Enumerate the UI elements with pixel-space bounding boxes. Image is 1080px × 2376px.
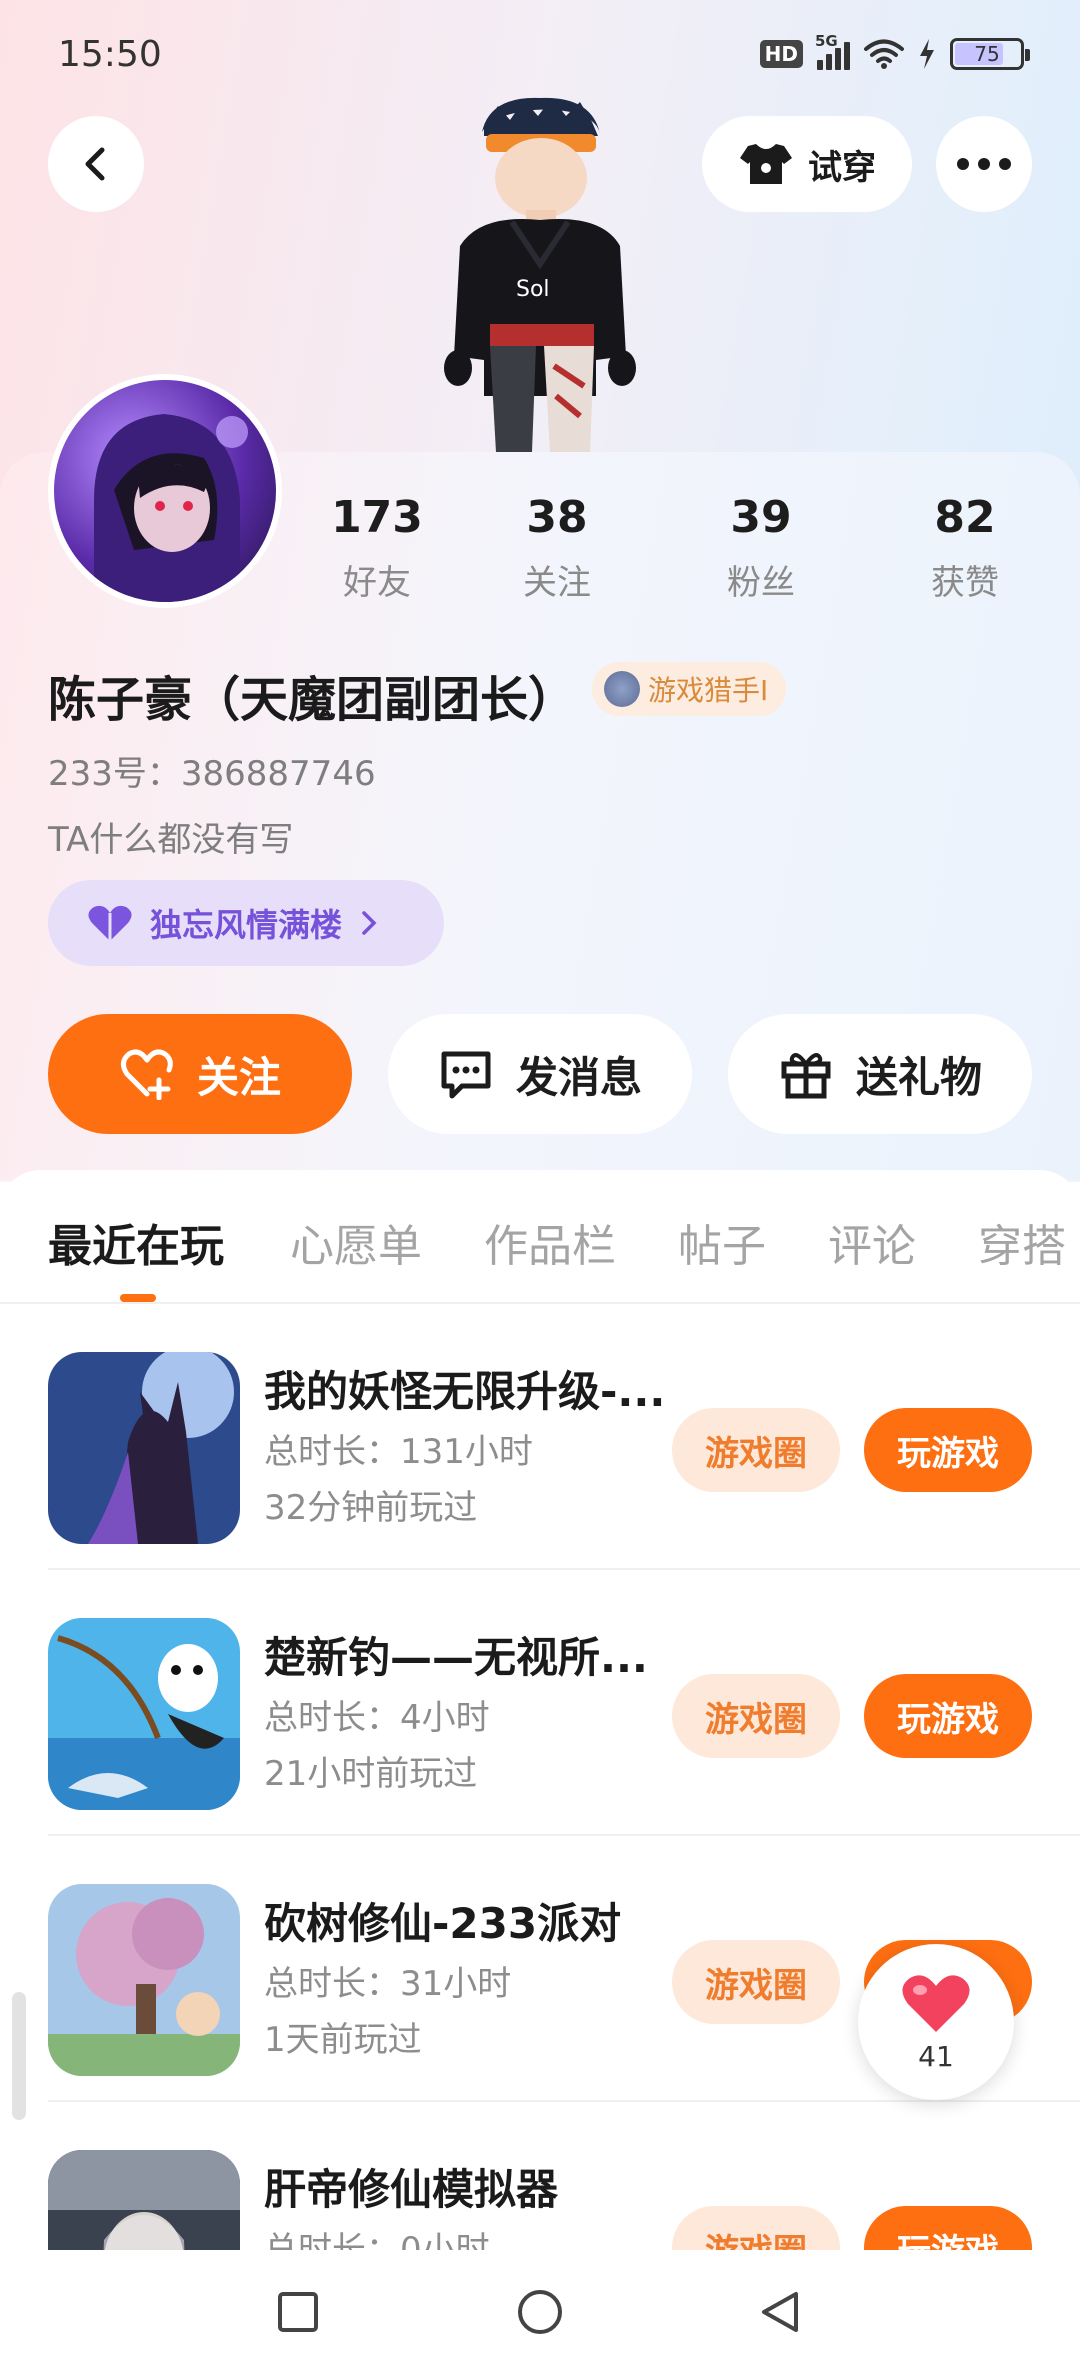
avatar-figure: Sol (444, 97, 636, 452)
battery-icon: 75 (950, 38, 1030, 70)
signal-5g-icon: 5G (815, 32, 850, 70)
home-icon (518, 2290, 562, 2334)
game-playtime: 总时长：0小时 (264, 2230, 490, 2250)
bio: TA什么都没有写 (48, 820, 294, 860)
like-float-button[interactable]: 41 (858, 1944, 1014, 2100)
badge-label: 游戏猎手I (648, 674, 769, 707)
chat-icon (441, 1051, 491, 1099)
game-playtime: 总时长：31小时 (264, 1964, 512, 2004)
gift-label: 送礼物 (855, 1052, 982, 1102)
message-button[interactable]: 发消息 (388, 1014, 692, 1134)
play-game-button[interactable]: 玩游戏 (864, 1408, 1032, 1492)
stat-value: 38 (526, 492, 588, 543)
heart-plus-icon (120, 1049, 173, 1100)
like-count: 41 (918, 2039, 954, 2073)
game-cover-image (48, 1884, 240, 2076)
back-icon (85, 147, 105, 181)
title-badge[interactable]: 游戏猎手I (592, 662, 787, 716)
stat-likes[interactable]: 82 获赞 (895, 492, 1035, 604)
club-label: 独忘风情满楼 (150, 906, 343, 944)
scroll-indicator[interactable] (12, 1992, 26, 2120)
tab-comments[interactable]: 评论 (828, 1210, 916, 1274)
recents-icon (278, 2292, 318, 2332)
list-item[interactable]: 我的妖怪无限升级-... 总时长：131小时 32分钟前玩过 游戏圈 玩游戏 (0, 1304, 1080, 1570)
game-playtime: 总时长：131小时 (264, 1432, 533, 1472)
game-cover-image (48, 1618, 240, 1810)
nickname: 陈子豪（天魔团副团长） (48, 672, 577, 728)
game-title: 我的妖怪无限升级-... (264, 1367, 666, 1416)
stat-value: 82 (934, 492, 996, 543)
tab-posts[interactable]: 帖子 (678, 1210, 766, 1274)
game-last-played: 32分钟前玩过 (264, 1488, 478, 1528)
tab-works[interactable]: 作品栏 (484, 1210, 616, 1274)
profile-stats: 173 好友 38 关注 39 粉丝 82 获赞 (300, 492, 1080, 612)
tab-wishlist[interactable]: 心愿单 (290, 1210, 422, 1274)
game-title: 砍树修仙-233派对 (264, 1899, 622, 1948)
gift-icon (781, 1053, 831, 1099)
back-nav-icon (762, 2292, 798, 2332)
game-circle-button[interactable]: 游戏圈 (672, 1408, 840, 1492)
stat-label: 粉丝 (727, 563, 795, 603)
game-cover-image (48, 1352, 240, 1544)
game-cover-image (48, 2150, 240, 2250)
status-icons: HD 5G 75 (759, 32, 1030, 70)
game-icon[interactable] (48, 2150, 240, 2250)
heart-icon (902, 1974, 970, 2032)
chevron-right-icon (362, 911, 377, 935)
follow-button[interactable]: 关注 (48, 1014, 352, 1134)
follow-label: 关注 (196, 1052, 281, 1102)
play-game-button[interactable]: 玩游戏 (864, 2206, 1032, 2250)
game-icon[interactable] (48, 1618, 240, 1810)
list-item[interactable]: 肝帝修仙模拟器 总时长：0小时 游戏圈 玩游戏 (0, 2102, 1080, 2250)
stat-friends[interactable]: 173 好友 (307, 492, 447, 604)
gift-button[interactable]: 送礼物 (728, 1014, 1032, 1134)
status-time: 15:50 (58, 34, 162, 75)
nav-back-button[interactable] (748, 2280, 812, 2344)
back-button[interactable] (48, 116, 144, 212)
more-button[interactable] (936, 116, 1032, 212)
message-label: 发消息 (515, 1052, 642, 1102)
recents-button[interactable] (266, 2280, 330, 2344)
home-button[interactable] (508, 2280, 572, 2344)
heart-icon (88, 905, 132, 941)
stat-following[interactable]: 38 关注 (487, 492, 627, 604)
badge-icon (604, 671, 640, 707)
shirt-icon (740, 144, 792, 184)
play-game-button[interactable]: 玩游戏 (864, 1674, 1032, 1758)
try-on-button[interactable]: 试穿 (702, 116, 912, 212)
try-on-label: 试穿 (808, 147, 876, 188)
game-circle-button[interactable]: 游戏圈 (672, 1674, 840, 1758)
stat-label: 关注 (523, 563, 591, 603)
stat-followers[interactable]: 39 粉丝 (691, 492, 831, 604)
stat-label: 获赞 (931, 563, 999, 603)
stat-value: 173 (331, 492, 423, 543)
game-playtime: 总时长：4小时 (264, 1698, 490, 1738)
stat-value: 39 (730, 492, 792, 543)
user-id: 233号：386887746 (48, 754, 376, 794)
game-circle-button[interactable]: 游戏圈 (672, 2206, 840, 2250)
game-circle-button[interactable]: 游戏圈 (672, 1940, 840, 2024)
avatar[interactable] (48, 374, 282, 608)
wifi-icon (864, 39, 904, 69)
tab-bar: 最近在玩 心愿单 作品栏 帖子 评论 穿搭 (0, 1170, 1080, 1304)
active-tab-indicator (120, 1294, 156, 1302)
stat-label: 好友 (343, 563, 411, 603)
game-icon[interactable] (48, 1884, 240, 2076)
tab-recent[interactable]: 最近在玩 (48, 1210, 224, 1274)
club-chip[interactable]: 独忘风情满楼 (48, 880, 444, 966)
hd-icon: HD (759, 40, 803, 68)
charging-icon (920, 39, 934, 69)
game-last-played: 21小时前玩过 (264, 1754, 478, 1794)
more-icon (957, 158, 1011, 170)
game-title: 肝帝修仙模拟器 (264, 2165, 559, 2214)
avatar-image (94, 414, 248, 602)
game-title: 楚新钓——无视所... (264, 1633, 648, 1682)
status-bar: 15:50 HD 5G 75 (0, 0, 1080, 110)
svg-text:Sol: Sol (516, 277, 550, 302)
system-nav-bar (0, 2250, 1080, 2376)
list-item[interactable]: 楚新钓——无视所... 总时长：4小时 21小时前玩过 游戏圈 玩游戏 (0, 1570, 1080, 1836)
tab-outfits[interactable]: 穿搭 (978, 1210, 1066, 1274)
game-icon[interactable] (48, 1352, 240, 1544)
game-last-played: 1天前玩过 (264, 2020, 422, 2060)
